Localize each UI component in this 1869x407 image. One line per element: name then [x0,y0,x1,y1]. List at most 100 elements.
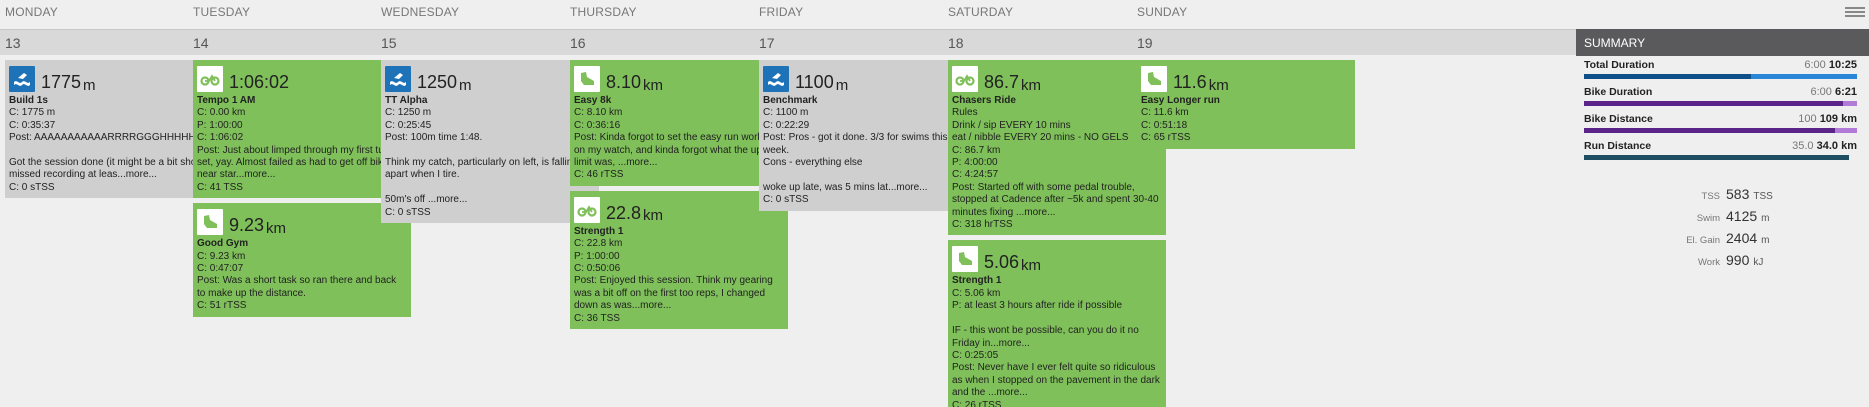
day-name: SATURDAY [948,5,1014,19]
workout-card[interactable]: 1:06:02 Tempo 1 AM C: 0.00 km P: 1:00:00 C: … [193,60,411,199]
metric-progress-segment [1750,74,1857,79]
calendar-week-view: 1775 m Build 1s C: 1775 m C: 0:35:37 Post: AA… [0,0,1869,407]
day-name: MONDAY [5,5,58,19]
run-icon [197,209,223,236]
day-date: 14 [193,35,209,51]
workout-detail-line: Post: Started off with some pedal troubl… [952,181,1159,218]
day-date: 19 [1137,35,1153,51]
workout-card[interactable]: 1100 m Benchmark C: 1100 m C: 0:22:29 Post: P… [759,60,977,211]
workout-unit: m [83,76,96,94]
bike-icon [197,66,223,92]
workout-card[interactable]: 22.8 km Strength 1 C: 22.8 km P: 1:00:00 C: 0… [570,190,788,330]
workout-header: 1:06:02 [197,64,407,92]
summary-metric: Total Duration 6:00 10:25 [1576,56,1869,83]
workout-card[interactable]: 5.06 km Strength 1 C: 5.06 km P: at least 3 … [948,240,1166,407]
metric-completed: 10:25 [1828,59,1857,71]
workout-detail-line: C: 9.23 km [197,250,246,262]
workout-title: Good Gym [197,238,249,250]
workout-detail-line: C: 36 TSS [574,312,620,324]
day-name: FRIDAY [759,5,804,19]
workout-detail-line: Drink / sip EVERY 10 mins [952,119,1071,131]
workout-title: Benchmark [763,95,818,106]
workout-header: 8.10 km [574,64,784,94]
workout-detail-line: woke up late, was 5 mins lat...more... [763,181,928,193]
metric-planned: 100 [1798,113,1817,125]
workout-detail-line: C: 0:35:37 [9,119,56,131]
summary-metric: Bike Duration 6:00 6:21 [1576,83,1869,110]
workout-value: 11.6 [1173,72,1207,92]
workout-value: 1775 [41,72,82,92]
workout-header: 1775 m [9,64,219,94]
metric-planned: 6:00 [1804,59,1826,71]
metric-completed: 109 km [1819,113,1857,125]
workout-detail-line: C: 0:51:18 [1141,119,1188,131]
workout-header: 1250 m [385,64,595,93]
metric-planned: 35.0 [1792,140,1814,152]
workout-card[interactable]: 8.10 km Easy 8k C: 8.10 km C: 0:36:16 Post: K… [570,60,788,186]
summary-total: Swim 4125 m [1576,208,1869,230]
workout-unit: km [643,207,664,225]
day-column: 1775 m Build 1s C: 1775 m C: 0:35:37 Post: AA… [5,60,223,203]
workout-title: Build 1s [9,95,48,106]
workout-detail-line: C: 0:22:29 [763,119,810,131]
day-column: 1100 m Benchmark C: 1100 m C: 0:22:29 Post: P… [759,60,977,216]
workout-header: 11.6 km [1141,64,1351,93]
menu-icon[interactable] [1845,7,1865,21]
workout-card[interactable]: 11.6 km Easy Longer run C: 11.6 km C: 0:51:1… [1137,60,1355,149]
day-date: 15 [381,35,397,51]
workout-detail-line: C: 41 TSS [197,181,243,193]
workout-detail-line: C: 22.8 km [574,238,623,250]
workout-detail-line: C: 0 sTSS [763,194,809,206]
total-label: El. Gain [1686,235,1720,246]
workout-title: Strength 1 [952,275,1002,287]
workout-header: 86.7 km [952,64,1162,93]
workout-detail-line: C: 0:25:05 [952,349,999,361]
day-column: 1:06:02 Tempo 1 AM C: 0.00 km P: 1:00:00 C: … [193,60,411,322]
workout-card[interactable]: 1775 m Build 1s C: 1775 m C: 0:35:37 Post: AA… [5,60,223,199]
total-label: Work [1698,257,1720,268]
workout-unit: km [643,76,664,94]
day-name: THURSDAY [570,5,637,19]
day-column: 11.6 km Easy Longer run C: 11.6 km C: 0:51:1… [1137,60,1355,154]
workout-card[interactable]: 86.7 km Chasers Ride Rules Drink / sip EVERY… [948,60,1166,236]
summary-panel: SUMMARY Total Duration 6:00 10:25 Bike Dur… [1576,29,1869,407]
summary-metric: Bike Distance 100 109 km [1576,110,1869,137]
workout-detail-line: Post: 100m time 1:48. [385,132,483,144]
metric-progress-segment [1584,155,1849,160]
workout-value: 1:06:02 [229,72,290,92]
workout-detail-line: C: 11.6 km [1141,107,1189,119]
metric-progress-bar [1584,74,1857,79]
workout-card[interactable]: 9.23 km Good Gym C: 9.23 km C: 0:47:07 Post: … [193,203,411,317]
workout-detail-line: Post: AAAAAAAAAAARRRRGGGHHHHH [9,132,196,144]
workout-detail-line: Rules [952,107,978,119]
bike-icon [952,66,978,92]
metric-progress-segment [1843,101,1857,106]
workout-detail-line: Post: Kinda forgot to set the easy run w… [574,132,777,169]
workout-detail-line [9,145,219,157]
metric-completed: 6:21 [1834,86,1857,98]
workout-detail-line: C: 1775 m [9,107,56,119]
summary-metric: Run Distance 35.0 34.0 km [1576,137,1869,164]
workout-detail-line: C: 5.06 km [952,287,1001,299]
swim-icon [9,66,35,92]
day-date: 18 [948,35,964,51]
workout-header: 9.23 km [197,207,407,236]
workout-detail-line: C: 1:06:02 [197,132,244,144]
workout-title: Easy Longer run [1141,95,1220,106]
metric-progress-bar [1584,101,1857,106]
workout-card[interactable]: 1250 m TT Alpha C: 1250 m C: 0:25:45 Post: 10… [381,60,599,224]
run-icon [574,66,600,92]
metric-progress-bar [1584,128,1857,133]
workout-detail-line: C: 0 sTSS [9,181,55,193]
run-icon [1141,66,1167,92]
workout-detail-line: C: 0.00 km [197,107,246,119]
total-value: 583 [1726,186,1750,202]
workout-detail-line: Post: Was a short task so ran there and … [197,275,397,299]
workout-detail-line: C: 4:24:57 [952,169,999,181]
workout-detail-line: C: 0:50:06 [574,263,621,275]
total-unit: kJ [1753,257,1764,268]
summary-totals: TSS 583 TSS Swim 4125 m El. Gain 2404 m Work 990 kJ [1576,186,1869,274]
workout-detail-line: C: 0 sTSS [385,206,431,218]
day-date: 16 [570,35,586,51]
day-column: 1250 m TT Alpha C: 1250 m C: 0:25:45 Post: 10… [381,60,599,228]
